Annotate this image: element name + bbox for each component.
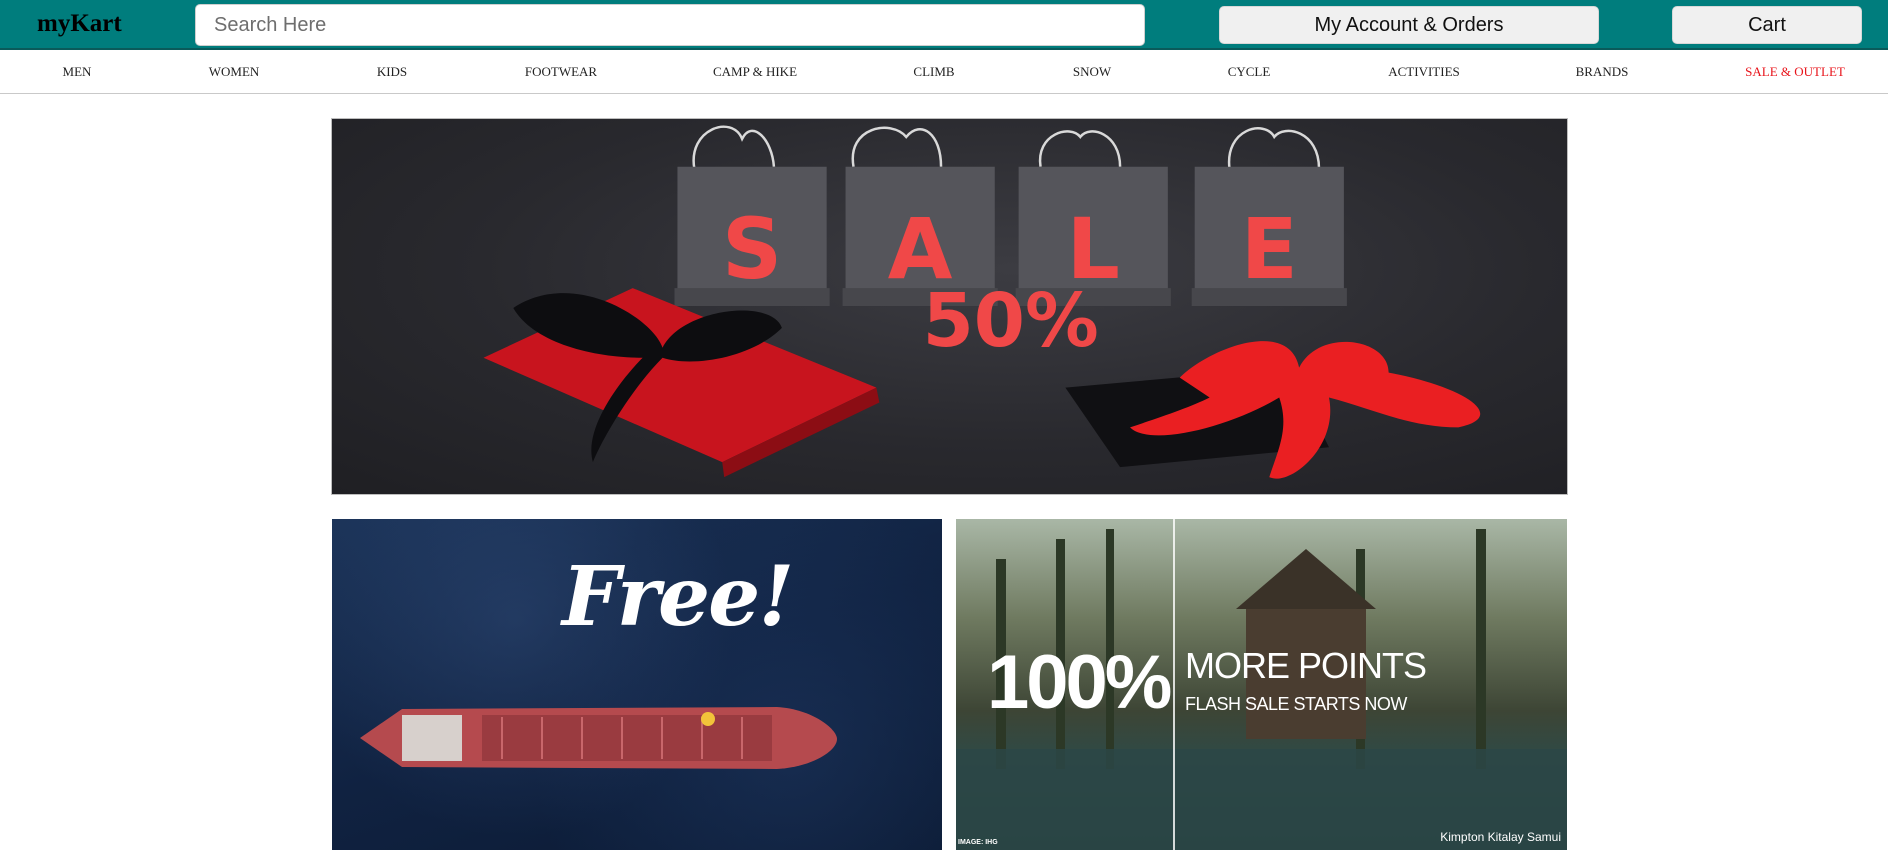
category-nav: MEN WOMEN KIDS FOOTWEAR CAMP & HIKE CLIM… [0,50,1888,94]
discount-text: 50% [923,279,1099,364]
nav-item-activities[interactable]: ACTIVITIES [1388,64,1460,80]
site-logo[interactable]: myKart [37,8,122,40]
sale-letter-a: A [888,200,953,298]
nav-item-camp-hike[interactable]: CAMP & HIKE [713,64,797,80]
free-shipping-banner[interactable]: Free! [332,519,942,850]
points-subline: FLASH SALE STARTS NOW [1185,694,1407,714]
banner-divider [1173,519,1175,850]
more-points-banner[interactable]: 100% MORE POINTS FLASH SALE STARTS NOW I… [956,519,1567,850]
nav-item-women[interactable]: WOMEN [209,64,260,80]
sale-hero-banner[interactable]: S A L E 50% [331,118,1568,495]
nav-item-kids[interactable]: KIDS [377,64,407,80]
sale-letter-l: L [1067,200,1120,298]
account-orders-button[interactable]: My Account & Orders [1219,6,1599,44]
nav-item-men[interactable]: MEN [63,64,92,80]
sale-letter-s: S [722,200,782,298]
top-header-bar: myKart My Account & Orders Cart [0,0,1888,50]
cart-button[interactable]: Cart [1672,6,1862,44]
nav-item-sale-outlet[interactable]: SALE & OUTLET [1745,64,1845,80]
points-headline: MORE POINTS [1185,645,1427,686]
free-headline: Free! [562,549,794,645]
nav-item-cycle[interactable]: CYCLE [1228,64,1271,80]
sale-bags-illustration: S A L E 50% [483,125,1481,479]
search-input[interactable] [195,4,1145,46]
nav-item-footwear[interactable]: FOOTWEAR [525,64,597,80]
nav-item-climb[interactable]: CLIMB [913,64,954,80]
image-credit: IMAGE: IHG [958,839,998,846]
location-credit: Kimpton Kitalay Samui [1440,830,1561,844]
nav-item-brands[interactable]: BRANDS [1576,64,1629,80]
sale-letter-e: E [1241,200,1298,298]
nav-item-snow[interactable]: SNOW [1073,64,1111,80]
points-percentage: 100% [987,640,1172,725]
